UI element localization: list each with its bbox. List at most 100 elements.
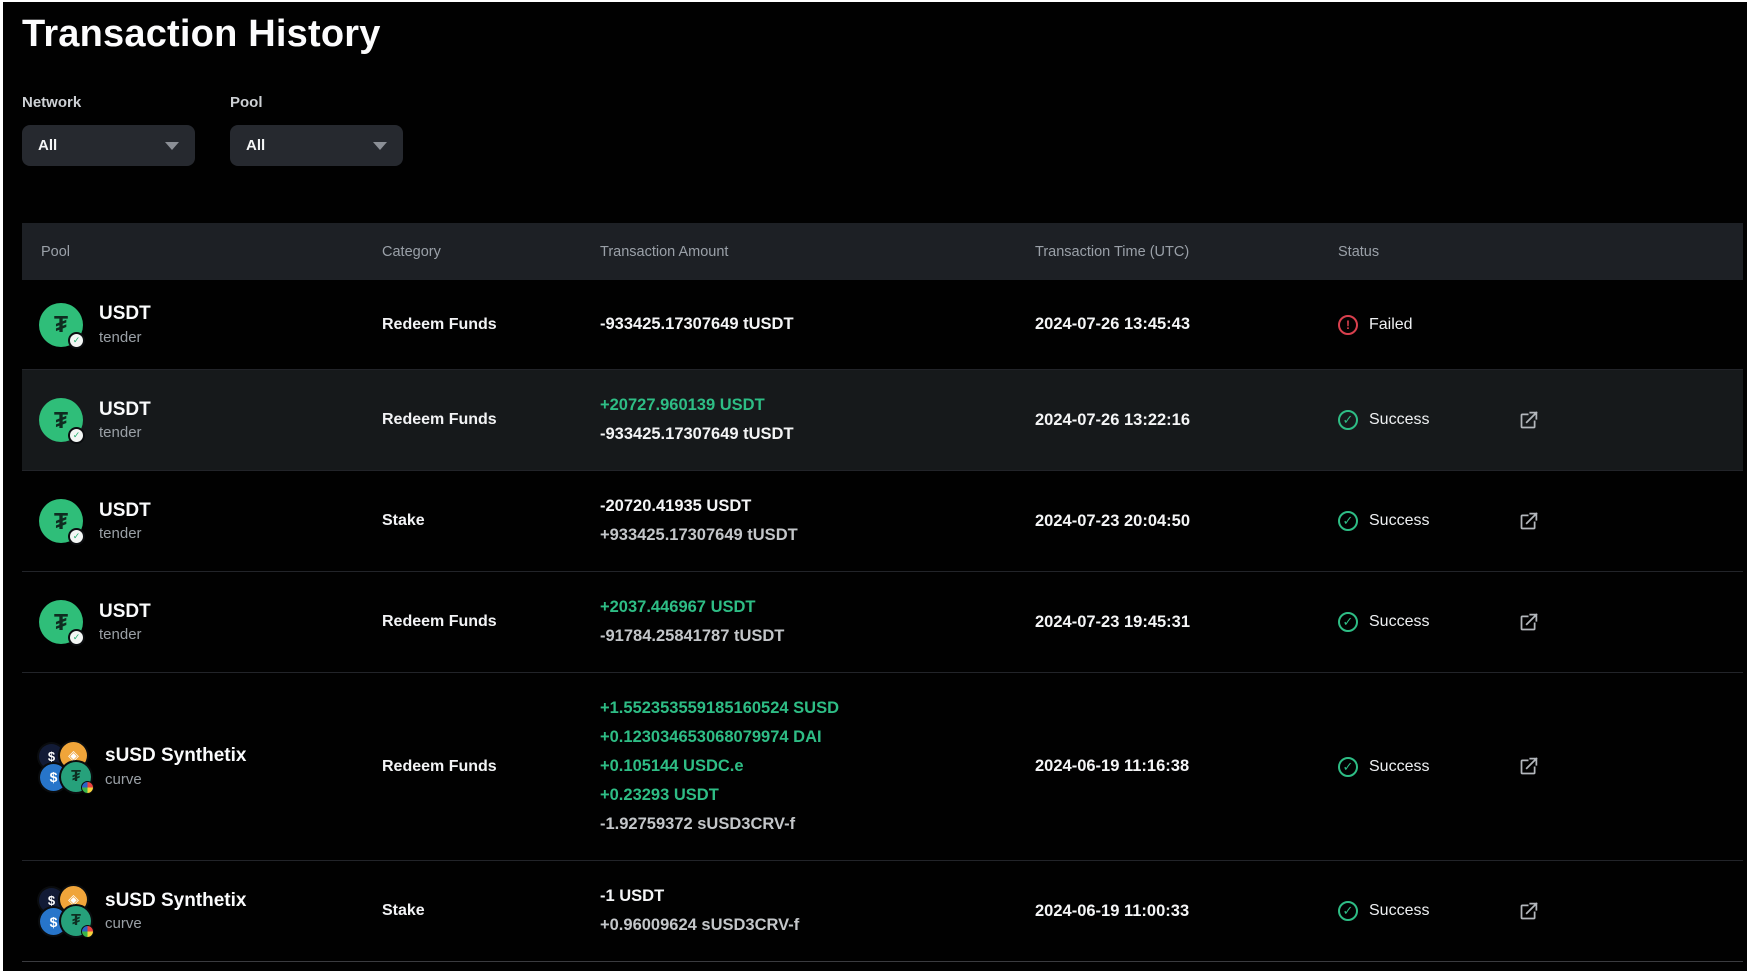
link-cell [1518,410,1743,431]
external-link-icon[interactable] [1518,612,1539,633]
status-badge: ✓ Success [1338,410,1518,430]
amount-line: +933425.17307649 tUSDT [600,521,1035,550]
pool-cell: ₮✓ USDT tender [22,499,382,543]
tether-symbol: ₮ [54,611,68,634]
category-label: Redeem Funds [382,758,600,776]
transaction-row[interactable]: $◈$₮sUSD SynthetixcurveStake-1 USDT+0.96… [22,860,1743,961]
status-label: Success [1369,411,1429,429]
status-badge: ✓Success [1338,757,1518,777]
link-cell [1518,756,1743,777]
category-label: Stake [382,902,600,920]
curve-badge-icon [81,781,94,794]
chevron-down-icon [165,142,179,150]
pool-cell: $◈$₮sUSD Synthetixcurve [22,886,382,936]
pool-name: USDT [99,500,151,523]
status-label: Success [1369,512,1429,530]
network-select[interactable]: All [22,125,195,166]
pool-text: USDT tender [99,500,151,543]
link-cell [1518,511,1743,532]
status-label: Success [1369,613,1429,631]
usdt-coin-icon: ₮✓ [39,303,83,347]
transaction-row[interactable]: ₮✓USDTtenderRedeem Funds+2037.446967 USD… [22,571,1743,672]
pool-select[interactable]: All [230,125,403,166]
transaction-amounts: +1.552353559185160524 SUSD+0.12303465306… [600,694,1035,839]
external-link-icon[interactable] [1518,901,1539,922]
external-link-icon[interactable] [1518,410,1539,431]
usdt-coin-icon: ₮✓ [39,600,83,644]
susd-synthetix-pool-icons: $◈$₮ [39,742,89,792]
transaction-row[interactable]: ₮✓ USDTtender Redeem Funds-933425.17307649… [22,280,1743,369]
pool-protocol: tender [99,525,151,542]
column-header-category: Category [382,244,600,260]
transaction-amounts: -20720.41935 USDT+933425.17307649 tUSDT [600,492,1035,550]
transaction-amounts: +20727.960139 USDT-933425.17307649 tUSDT [600,391,1035,449]
pool-cell: ₮✓ USDT tender [22,600,382,644]
status-badge: !Failed [1338,315,1518,335]
amount-line: +0.123034653068079974 DAI [600,723,1035,752]
amount-line: -933425.17307649 tUSDT [600,310,1035,339]
transaction-time: 2024-07-26 13:45:43 [1035,315,1338,334]
transaction-time: 2024-07-23 19:45:31 [1035,613,1338,632]
amount-line: -1.92759372 sUSD3CRV-f [600,810,1035,839]
category-label: Stake [382,512,600,530]
status-label: Success [1369,902,1429,920]
failed-alert-icon: ! [1338,315,1358,335]
pool-filter-label: Pool [230,94,403,111]
category-label: Redeem Funds [382,316,600,334]
pool-name: USDT [99,601,151,624]
pool-cell: ₮✓ USDTtender [22,303,382,347]
amount-line: +2037.446967 USDT [600,593,1035,622]
status-badge: ✓Success [1338,612,1518,632]
tether-symbol: ₮ [54,409,68,432]
table-body: ₮✓USDTtenderRedeem Funds-933425.17307649… [22,280,1743,962]
transaction-time: 2024-07-23 20:04:50 [1035,512,1338,531]
success-check-icon: ✓ [1338,410,1358,430]
pool-text: USDT tender [99,601,151,644]
pool-protocol: curve [105,915,246,932]
transaction-row[interactable]: ₮✓USDTtenderRedeem Funds+20727.960139 US… [22,369,1743,470]
success-check-icon: ✓ [1338,511,1358,531]
tender-badge-icon: ✓ [68,528,85,545]
pool-text: USDTtender [99,399,151,442]
status-badge: ✓ Success [1338,901,1518,921]
column-header-status: Status [1338,244,1518,260]
transaction-amounts: -1 USDT+0.96009624 sUSD3CRV-f [600,882,1035,940]
tether-symbol: ₮ [54,313,68,336]
success-check-icon: ✓ [1338,901,1358,921]
transactions-table: PoolCategoryTransaction AmountTransactio… [22,223,1743,962]
external-link-icon[interactable] [1518,756,1539,777]
filters-bar: Network All Pool All [22,94,403,166]
pool-protocol: tender [99,329,151,346]
pool-protocol: tender [99,626,151,643]
pool-text: sUSD Synthetix curve [105,890,246,933]
network-filter: Network All [22,94,195,166]
network-filter-label: Network [22,94,195,111]
pool-name: sUSD Synthetix [105,890,246,913]
usdt-coin-icon: ₮ [61,906,91,936]
external-link-icon[interactable] [1518,511,1539,532]
link-cell [1518,901,1743,922]
tether-symbol: ₮ [54,510,68,533]
page-title: Transaction History [22,13,381,56]
pool-name: USDT [99,399,151,422]
link-cell [1518,612,1743,633]
transaction-row[interactable]: ₮✓USDTtenderStake-20720.41935 USDT+93342… [22,470,1743,571]
amount-line: +1.552353559185160524 SUSD [600,694,1035,723]
transaction-amounts: -933425.17307649 tUSDT [600,310,1035,339]
pool-text: USDTtender [99,303,151,346]
tender-badge-icon: ✓ [68,427,85,444]
tender-badge-icon: ✓ [68,332,85,349]
amount-line: -91784.25841787 tUSDT [600,622,1035,651]
column-header-pool: Pool [22,244,382,260]
usdt-coin-icon: ₮ [61,762,91,792]
amount-line: -933425.17307649 tUSDT [600,420,1035,449]
pool-filter: Pool All [230,94,403,166]
usdt-coin-icon: ₮✓ [39,398,83,442]
transaction-amounts: +2037.446967 USDT-91784.25841787 tUSDT [600,593,1035,651]
pool-select-value: All [246,137,265,154]
success-check-icon: ✓ [1338,757,1358,777]
column-header-transaction-amount: Transaction Amount [600,244,1035,260]
transaction-row[interactable]: $◈$₮sUSD SynthetixcurveRedeem Funds+1.55… [22,672,1743,860]
network-select-value: All [38,137,57,154]
table-header-row: PoolCategoryTransaction AmountTransactio… [22,223,1743,280]
